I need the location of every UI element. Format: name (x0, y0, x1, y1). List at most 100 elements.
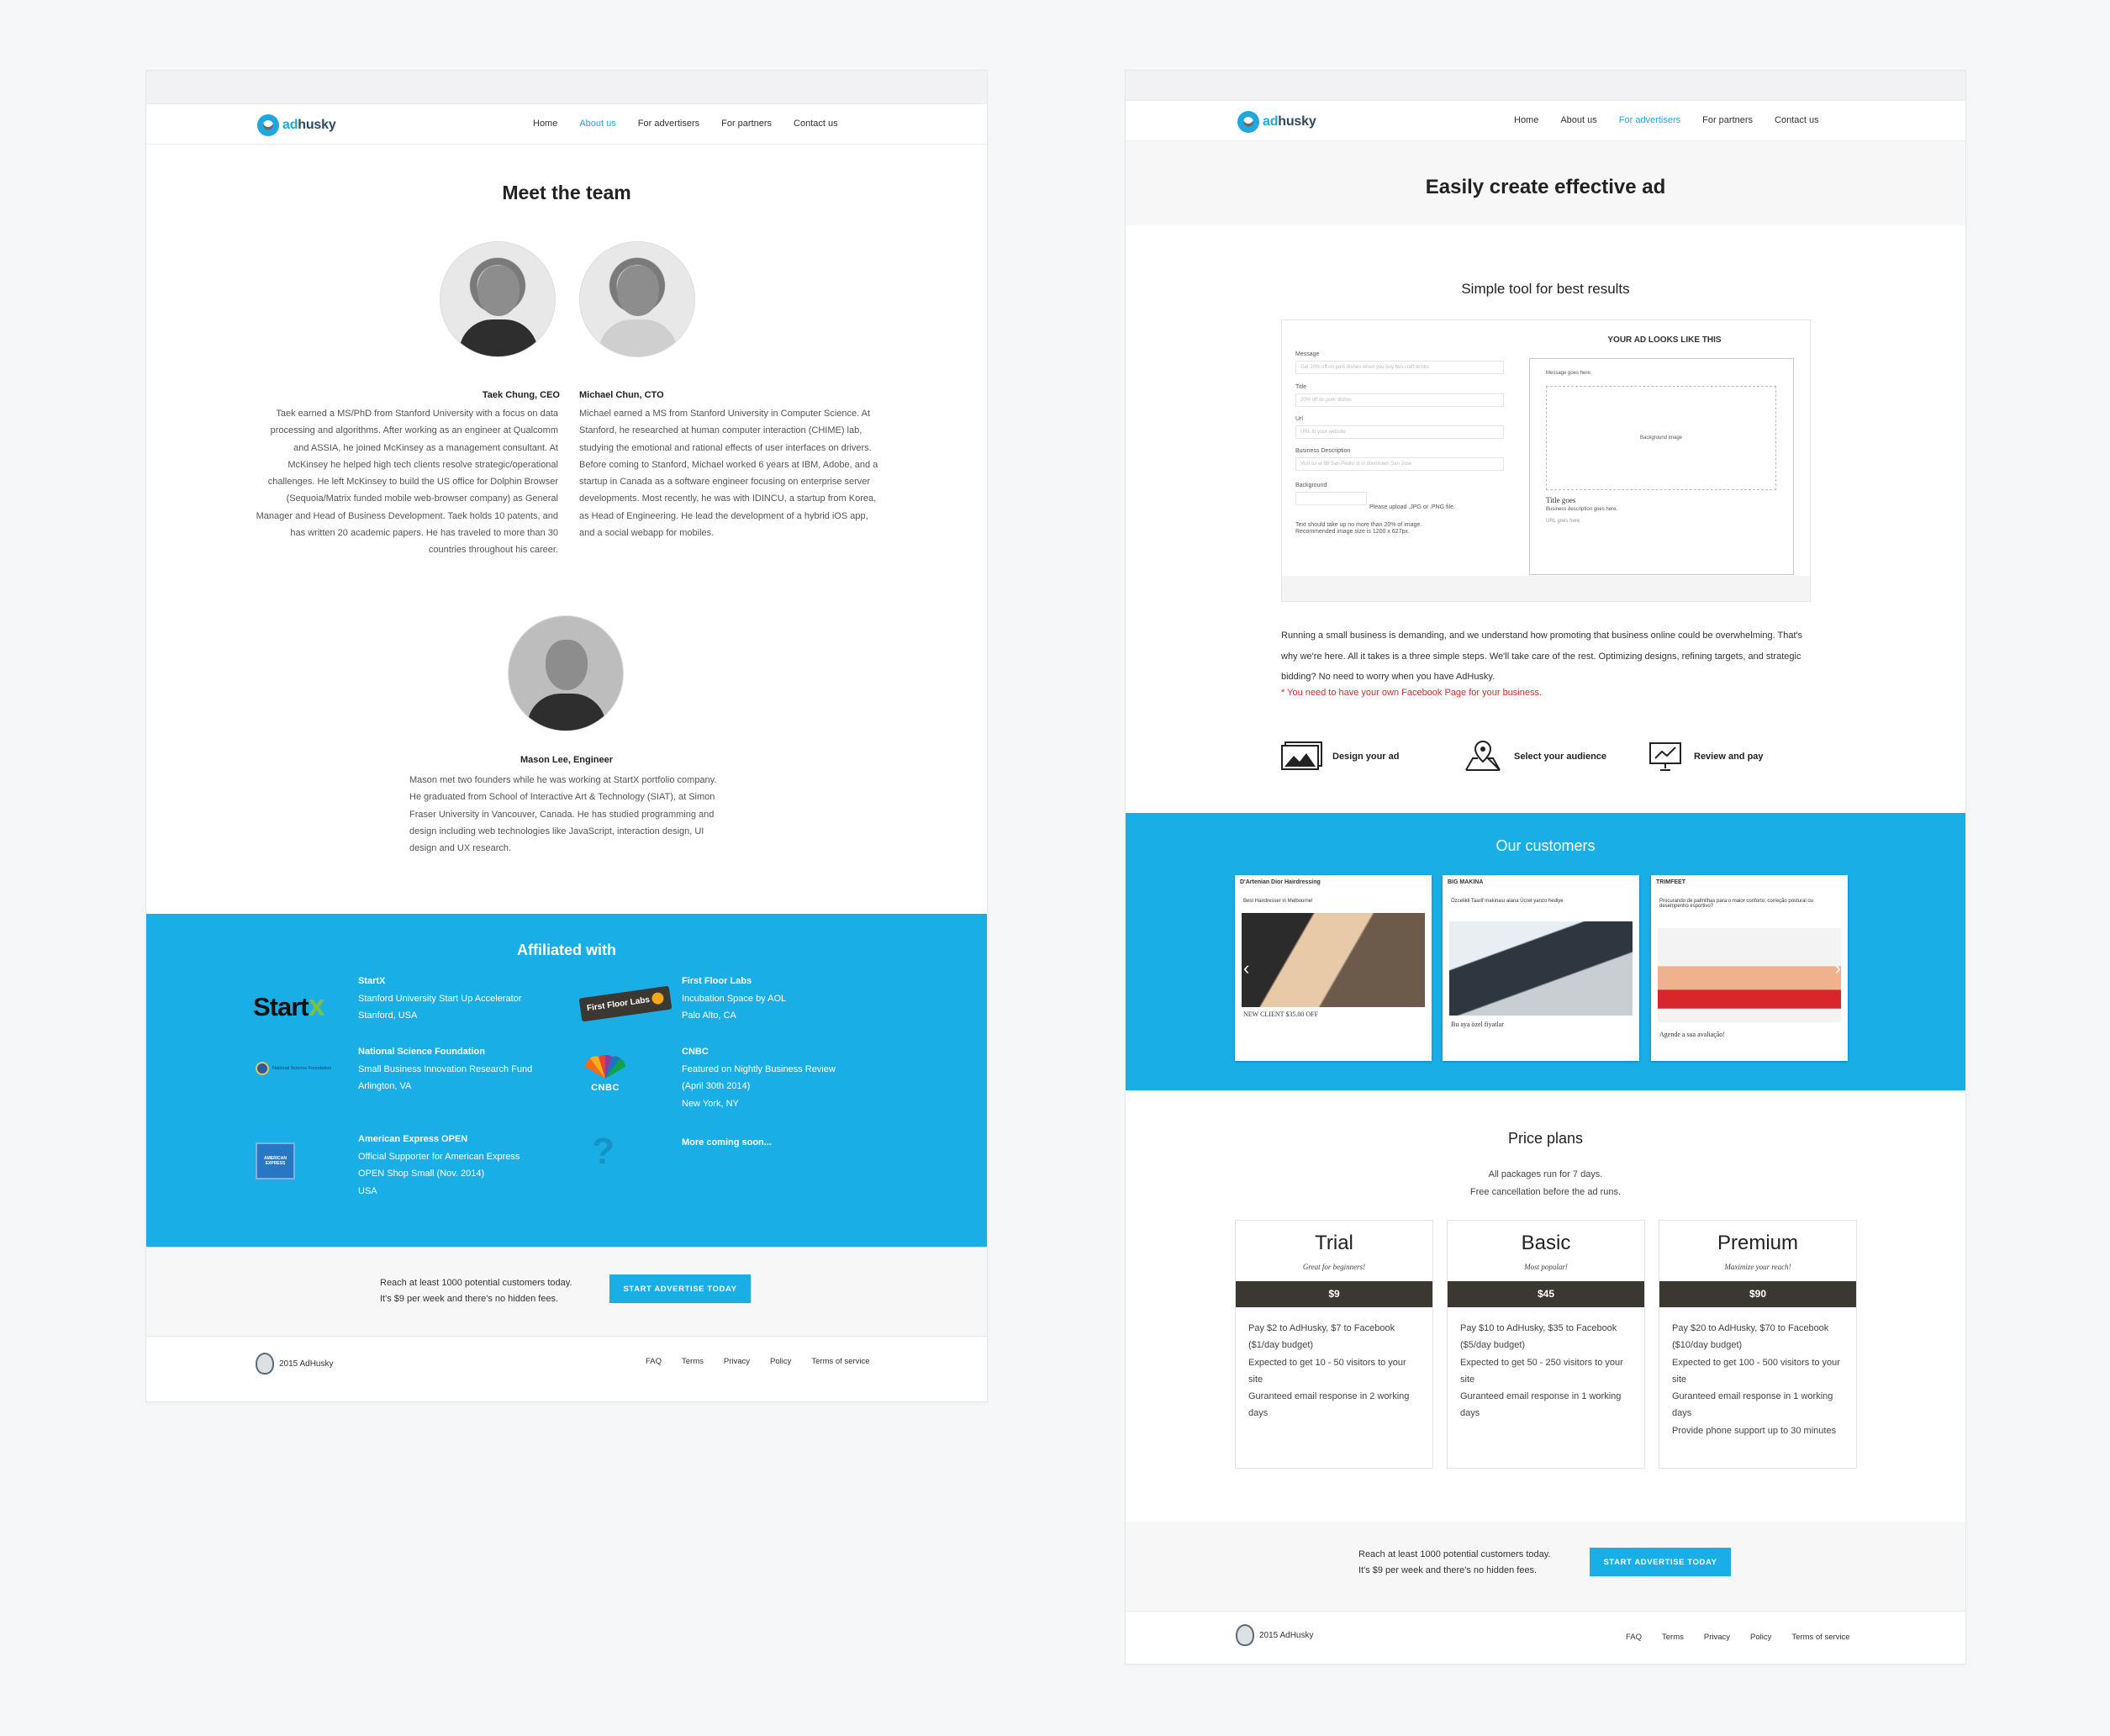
plan-price: $45 (1448, 1281, 1644, 1307)
nav-about-us[interactable]: About us (579, 119, 615, 129)
image-note-1: Text should take up no more than 20% of … (1295, 522, 1422, 528)
member-name-taek: Taek Chung, CEO (482, 390, 560, 400)
husky-icon (1236, 1624, 1254, 1646)
title-input[interactable]: 20% off on pork dishes (1295, 393, 1504, 407)
footer-link-policy[interactable]: Policy (1750, 1633, 1771, 1642)
plan-tagline: Maximize your reach! (1724, 1263, 1791, 1271)
affiliate-line: Small Business Innovation Research Fund (358, 1063, 533, 1074)
message-input[interactable]: Get 20% off on pork dishes when you buy … (1295, 361, 1504, 374)
footer-link-terms[interactable]: Terms (1662, 1633, 1684, 1642)
affiliate-amex: American Express OPEN Official Supporter… (358, 1131, 520, 1200)
nav-about-us[interactable]: About us (1560, 115, 1596, 125)
customer-page-name: D'Artenian Dior Hairdressing (1240, 879, 1321, 885)
nav-home[interactable]: Home (1514, 115, 1538, 125)
preview-description: Business description goes here. (1546, 507, 1618, 512)
plan-tagline: Most popular! (1524, 1263, 1568, 1271)
customer-card-trimfeet[interactable]: TRIMFEET Procurando de palmilhas para o … (1651, 875, 1848, 1061)
plan-tagline: Great for beginners! (1302, 1263, 1366, 1271)
affiliate-title: CNBC (682, 1047, 709, 1057)
affiliate-line: Official Supporter for American Express (358, 1151, 520, 1162)
affiliated-section: Affiliated with Startx StartX Stanford U… (146, 914, 987, 1247)
affiliate-line: Featured on Nightly Business Review (682, 1063, 836, 1074)
plan-name: Basic (1521, 1232, 1571, 1254)
carousel-prev-icon[interactable]: ‹ (1243, 958, 1249, 979)
member-bio-michael: Michael earned a MS from Stanford Univer… (579, 409, 878, 539)
footer-link-faq[interactable]: FAQ (1626, 1633, 1642, 1642)
plan-price: $9 (1236, 1281, 1432, 1307)
nav-home[interactable]: Home (533, 119, 557, 129)
customer-ad-caption: Agende a sua avaliação! (1659, 1031, 1725, 1038)
nav-for-partners[interactable]: For partners (1702, 115, 1753, 125)
url-input[interactable]: URL to your website (1295, 425, 1504, 439)
customer-page-name: BIG MAKINA (1448, 879, 1484, 885)
nsf-logo-text: National Science Foundation (272, 1066, 332, 1071)
plan-premium[interactable]: Premium Maximize your reach! $90 Pay $20… (1659, 1220, 1857, 1469)
facebook-page-warning: * You need to have your own Facebook Pag… (1281, 688, 1543, 698)
business-description-input[interactable]: Visit us at 88 San Pedro st in downtown … (1295, 457, 1504, 471)
adhusky-logo[interactable]: adhusky (1237, 111, 1316, 133)
carousel-next-icon[interactable]: › (1835, 958, 1841, 979)
plan-details: Pay $20 to AdHusky, $70 to Facebook ($10… (1672, 1320, 1846, 1439)
start-advertise-button[interactable]: START ADVERTISE TODAY (1590, 1548, 1731, 1576)
plan-basic[interactable]: Basic Most popular! $45 Pay $10 to AdHus… (1447, 1220, 1645, 1469)
first-floor-labs-badge (651, 991, 665, 1005)
question-mark-icon: ? (592, 1131, 615, 1172)
nav-contact-us[interactable]: Contact us (794, 119, 838, 129)
footer-links: FAQ Terms Privacy Policy Terms of servic… (1626, 1633, 1850, 1642)
url-label: Url (1295, 416, 1303, 422)
preview-url: URL goes here. (1546, 519, 1581, 524)
page-title: Easily create effective ad (1425, 176, 1666, 198)
affiliated-title: Affiliated with (517, 942, 616, 958)
footer-link-terms-of-service[interactable]: Terms of service (811, 1357, 869, 1366)
customers-section: Our customers D'Artenian Dior Hairdressi… (1126, 813, 1965, 1090)
startx-logo-text: Start (253, 992, 309, 1021)
affiliate-title: StartX (358, 976, 386, 986)
footer-link-terms[interactable]: Terms (682, 1357, 704, 1366)
advertisers-page-panel: adhusky Home About us For advertisers Fo… (1126, 71, 1965, 1664)
plan-detail: Guranteed email response in 1 working da… (1460, 1391, 1622, 1419)
map-pin-icon (1465, 740, 1501, 771)
footer-brand: 2015 AdHusky (1236, 1624, 1314, 1646)
plan-details: Pay $2 to AdHusky, $7 to Facebook ($1/da… (1248, 1320, 1422, 1422)
start-advertise-button[interactable]: START ADVERTISE TODAY (609, 1274, 751, 1303)
footer-link-privacy[interactable]: Privacy (1704, 1633, 1730, 1642)
customer-card-hair[interactable]: D'Artenian Dior Hairdressing Best Hairdr… (1235, 875, 1432, 1061)
price-subtitle-1: All packages run for 7 days. (1488, 1169, 1603, 1179)
customer-ad-caption: Bu aya özel fiyatlar (1451, 1021, 1504, 1028)
upload-note: Please upload .JPG or .PNG file. (1369, 504, 1455, 510)
plan-detail: Guranteed email response in 1 working da… (1672, 1391, 1833, 1419)
preview-message: Message goes here. (1546, 371, 1592, 376)
affiliate-title: American Express OPEN (358, 1134, 468, 1144)
ad-tool-footer (1282, 576, 1810, 601)
first-floor-labs-logo: First Floor Labs (578, 985, 673, 1022)
plan-trial[interactable]: Trial Great for beginners! $9 Pay $2 to … (1235, 1220, 1433, 1469)
background-file-input[interactable] (1295, 492, 1367, 505)
business-description-label: Business Description (1295, 448, 1351, 454)
affiliate-line: OPEN Shop Small (Nov. 2014) (358, 1169, 485, 1179)
customer-card-makina[interactable]: BIG MAKINA Özcelikli Taarif makinası ala… (1443, 875, 1639, 1061)
plan-detail: Guranteed email response in 2 working da… (1248, 1391, 1410, 1419)
cnbc-peacock-icon (585, 1054, 625, 1079)
plan-detail: Provide phone support up to 30 minutes (1672, 1425, 1837, 1436)
nav-contact-us[interactable]: Contact us (1775, 115, 1819, 125)
cta-text: Reach at least 1000 potential customers … (1358, 1547, 1551, 1578)
footer-links: FAQ Terms Privacy Policy Terms of servic… (646, 1357, 870, 1366)
footer-link-privacy[interactable]: Privacy (724, 1357, 750, 1366)
affiliate-line: Stanford, USA (358, 1010, 418, 1021)
footer-link-policy[interactable]: Policy (770, 1357, 791, 1366)
logo-text-husky: husky (1278, 114, 1316, 129)
member-bio-taek: Taek earned a MS/PhD from Stanford Unive… (256, 409, 558, 556)
footer-link-faq[interactable]: FAQ (646, 1357, 662, 1366)
affiliate-more: More coming soon... (682, 1134, 772, 1152)
footer-divider (1126, 1611, 1965, 1612)
cnbc-logo-text: CNBC (591, 1083, 620, 1093)
adhusky-logo[interactable]: adhusky (257, 114, 336, 136)
amex-logo-text: AMERICAN EXPRESS (264, 1156, 287, 1166)
preview-title: YOUR AD LOOKS LIKE THIS (1607, 335, 1722, 345)
nav-for-partners[interactable]: For partners (721, 119, 772, 129)
footer-link-terms-of-service[interactable]: Terms of service (1791, 1633, 1849, 1642)
member-name-michael: Michael Chun, CTO (579, 390, 664, 400)
nav-for-advertisers[interactable]: For advertisers (638, 119, 699, 129)
first-floor-labs-logo-text: First Floor Labs (586, 995, 651, 1014)
nav-for-advertisers[interactable]: For advertisers (1619, 115, 1680, 125)
